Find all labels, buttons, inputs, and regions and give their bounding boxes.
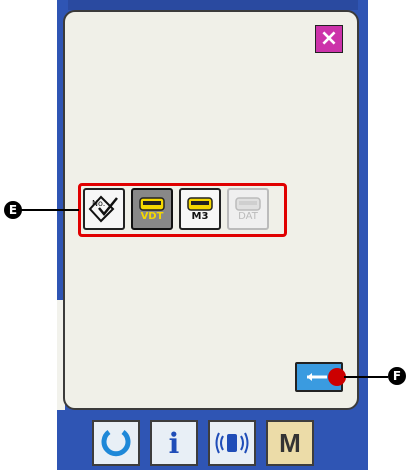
communication-button[interactable]: [208, 420, 256, 466]
dat-media-button: DAT: [227, 188, 269, 230]
callout-e-line: [20, 209, 79, 211]
reload-icon: [101, 429, 131, 457]
m3-media-label: M3: [191, 210, 209, 222]
information-button[interactable]: i: [150, 420, 198, 466]
information-icon: i: [168, 426, 180, 460]
callout-f-marker: F: [388, 367, 406, 385]
vdt-media-button[interactable]: VDT: [131, 188, 173, 230]
mode-label: M: [279, 427, 301, 458]
number-select-button[interactable]: No.: [83, 188, 125, 230]
callout-f-line: [344, 376, 388, 378]
close-button[interactable]: ×: [315, 25, 343, 53]
dat-media-label: DAT: [238, 210, 258, 222]
dat-media-icon: [235, 196, 261, 211]
reload-button[interactable]: [92, 420, 140, 466]
number-select-icon: No.: [88, 195, 118, 223]
communication-icon: [215, 432, 249, 454]
close-icon: ×: [319, 26, 339, 51]
m3-media-button[interactable]: M3: [179, 188, 221, 230]
m3-media-icon: [187, 196, 213, 211]
vdt-media-label: VDT: [140, 210, 164, 222]
mode-button[interactable]: M: [266, 420, 314, 466]
vdt-media-icon: [139, 196, 165, 211]
top-tab-bar: [68, 0, 358, 10]
number-select-label: No.: [92, 199, 105, 208]
